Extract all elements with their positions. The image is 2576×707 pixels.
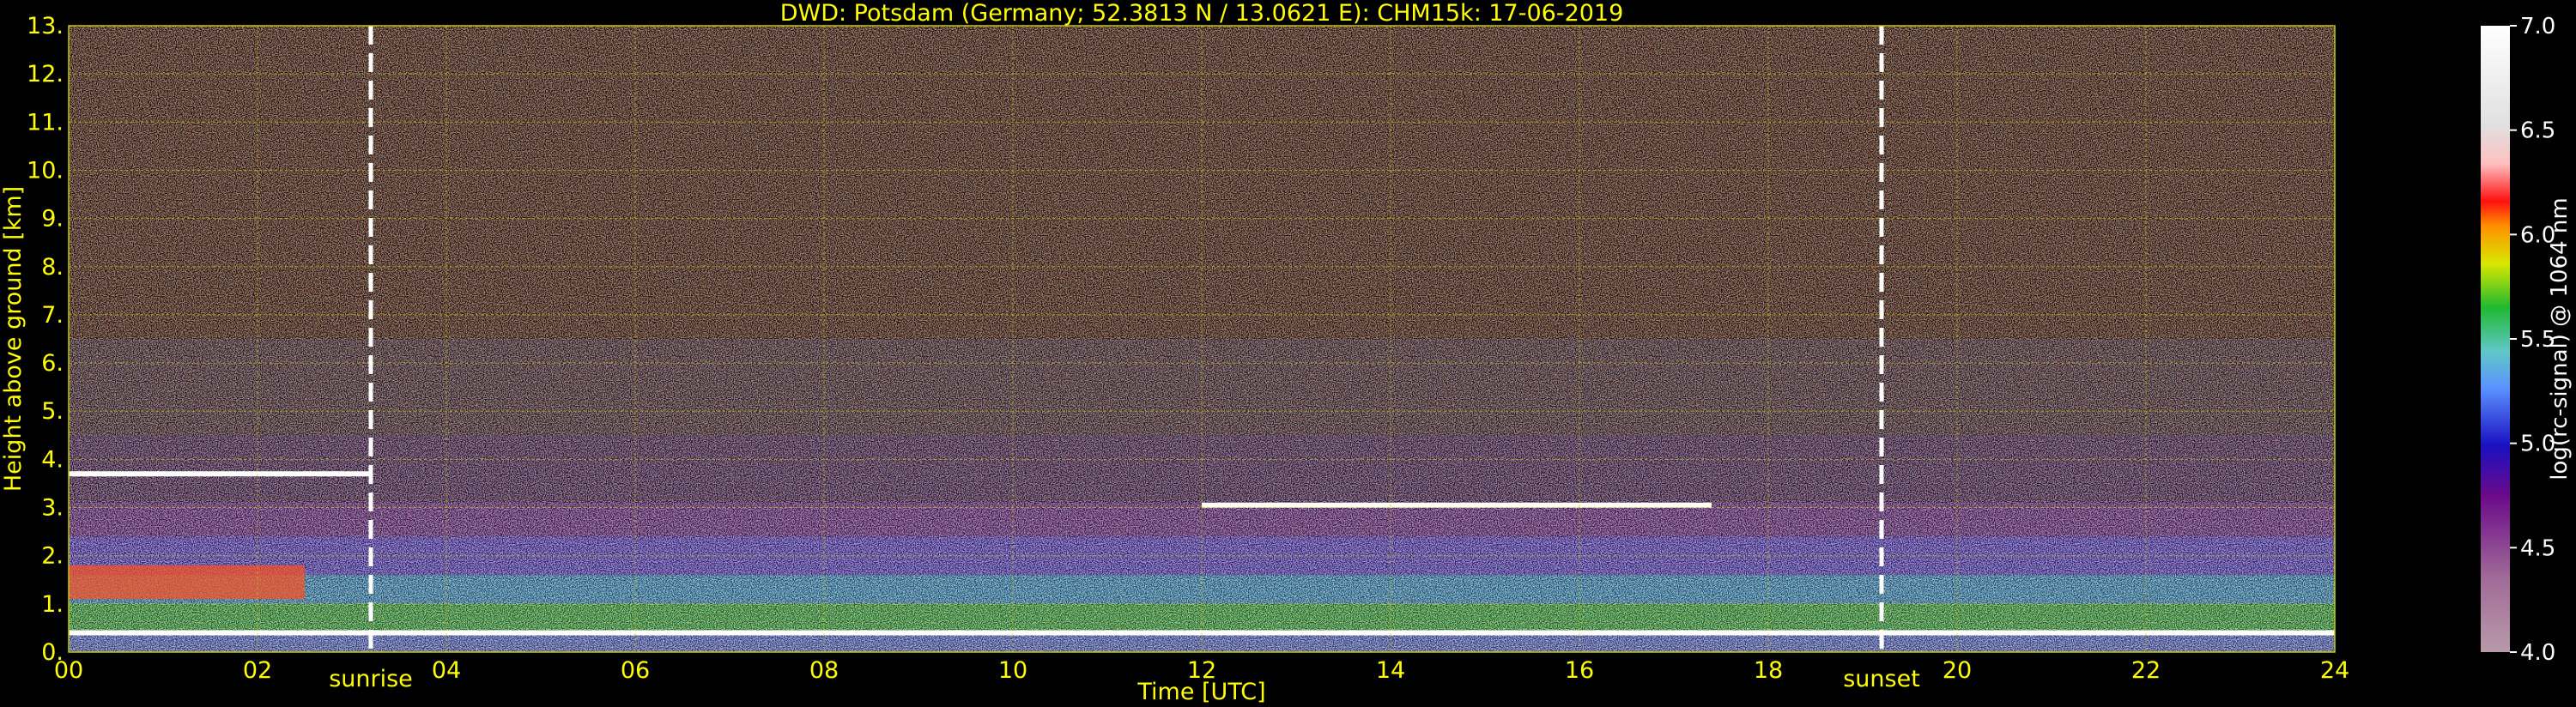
colorbar-tick-label: 4.0	[2520, 640, 2555, 666]
y-tick-label: 7.	[41, 302, 64, 329]
plot-area	[68, 25, 2336, 653]
x-tick-label: 24	[2320, 657, 2349, 684]
y-tick-label: 4.	[41, 446, 64, 473]
ceilometer-figure: 00 02 04 06 08 10 12 14 16 18 20 22 240.1.2.3.4.5.6.…	[0, 0, 2573, 705]
y-tick-label: 6.	[41, 350, 64, 377]
y-tick-label: 9.	[41, 206, 64, 233]
x-tick-label: 02	[243, 657, 272, 684]
colorbar-label: log(rc-signal) @ 1064 nm	[2547, 197, 2573, 480]
colorbar-tick-label: 6.5	[2520, 118, 2555, 144]
y-tick-label: 8.	[41, 254, 64, 281]
x-axis-label: Time [UTC]	[1136, 679, 1265, 705]
colorbar-tick-label: 7.0	[2520, 14, 2555, 39]
y-axis-label: Height above ground [km]	[0, 186, 27, 492]
x-tick-label: 08	[809, 657, 839, 684]
sun-annotation: sunrise	[329, 666, 413, 692]
y-tick-label: 0.	[41, 639, 64, 666]
y-tick-label: 10.	[27, 157, 64, 184]
x-tick-label: 20	[1943, 657, 1972, 684]
y-tick-label: 2.	[41, 543, 64, 570]
colorbar: 4.04.55.05.56.06.57.0 log(rc-signal) @ 1…	[2481, 14, 2573, 666]
y-tick-label: 5.	[41, 398, 64, 425]
y-tick-label: 1.	[41, 591, 64, 618]
chart-title: DWD: Potsdam (Germany; 52.3813 N / 13.06…	[780, 0, 1624, 27]
colorbar-gradient	[2481, 26, 2510, 652]
morning-layer	[69, 565, 305, 600]
x-tick-label: 22	[2131, 657, 2161, 684]
y-tick-label: 13.	[27, 13, 64, 39]
x-tick-label: 10	[998, 657, 1027, 684]
x-tick-label: 06	[621, 657, 650, 684]
y-tick-label: 12.	[27, 61, 64, 88]
x-tick-label: 14	[1376, 657, 1405, 684]
x-tick-label: 16	[1565, 657, 1594, 684]
sun-annotation: sunset	[1843, 666, 1920, 692]
y-tick-label: 3.	[41, 495, 64, 522]
colorbar-tick-label: 4.5	[2520, 535, 2555, 561]
x-tick-label: 04	[432, 657, 461, 684]
x-tick-label: 18	[1754, 657, 1783, 684]
y-tick-label: 11.	[27, 109, 64, 136]
